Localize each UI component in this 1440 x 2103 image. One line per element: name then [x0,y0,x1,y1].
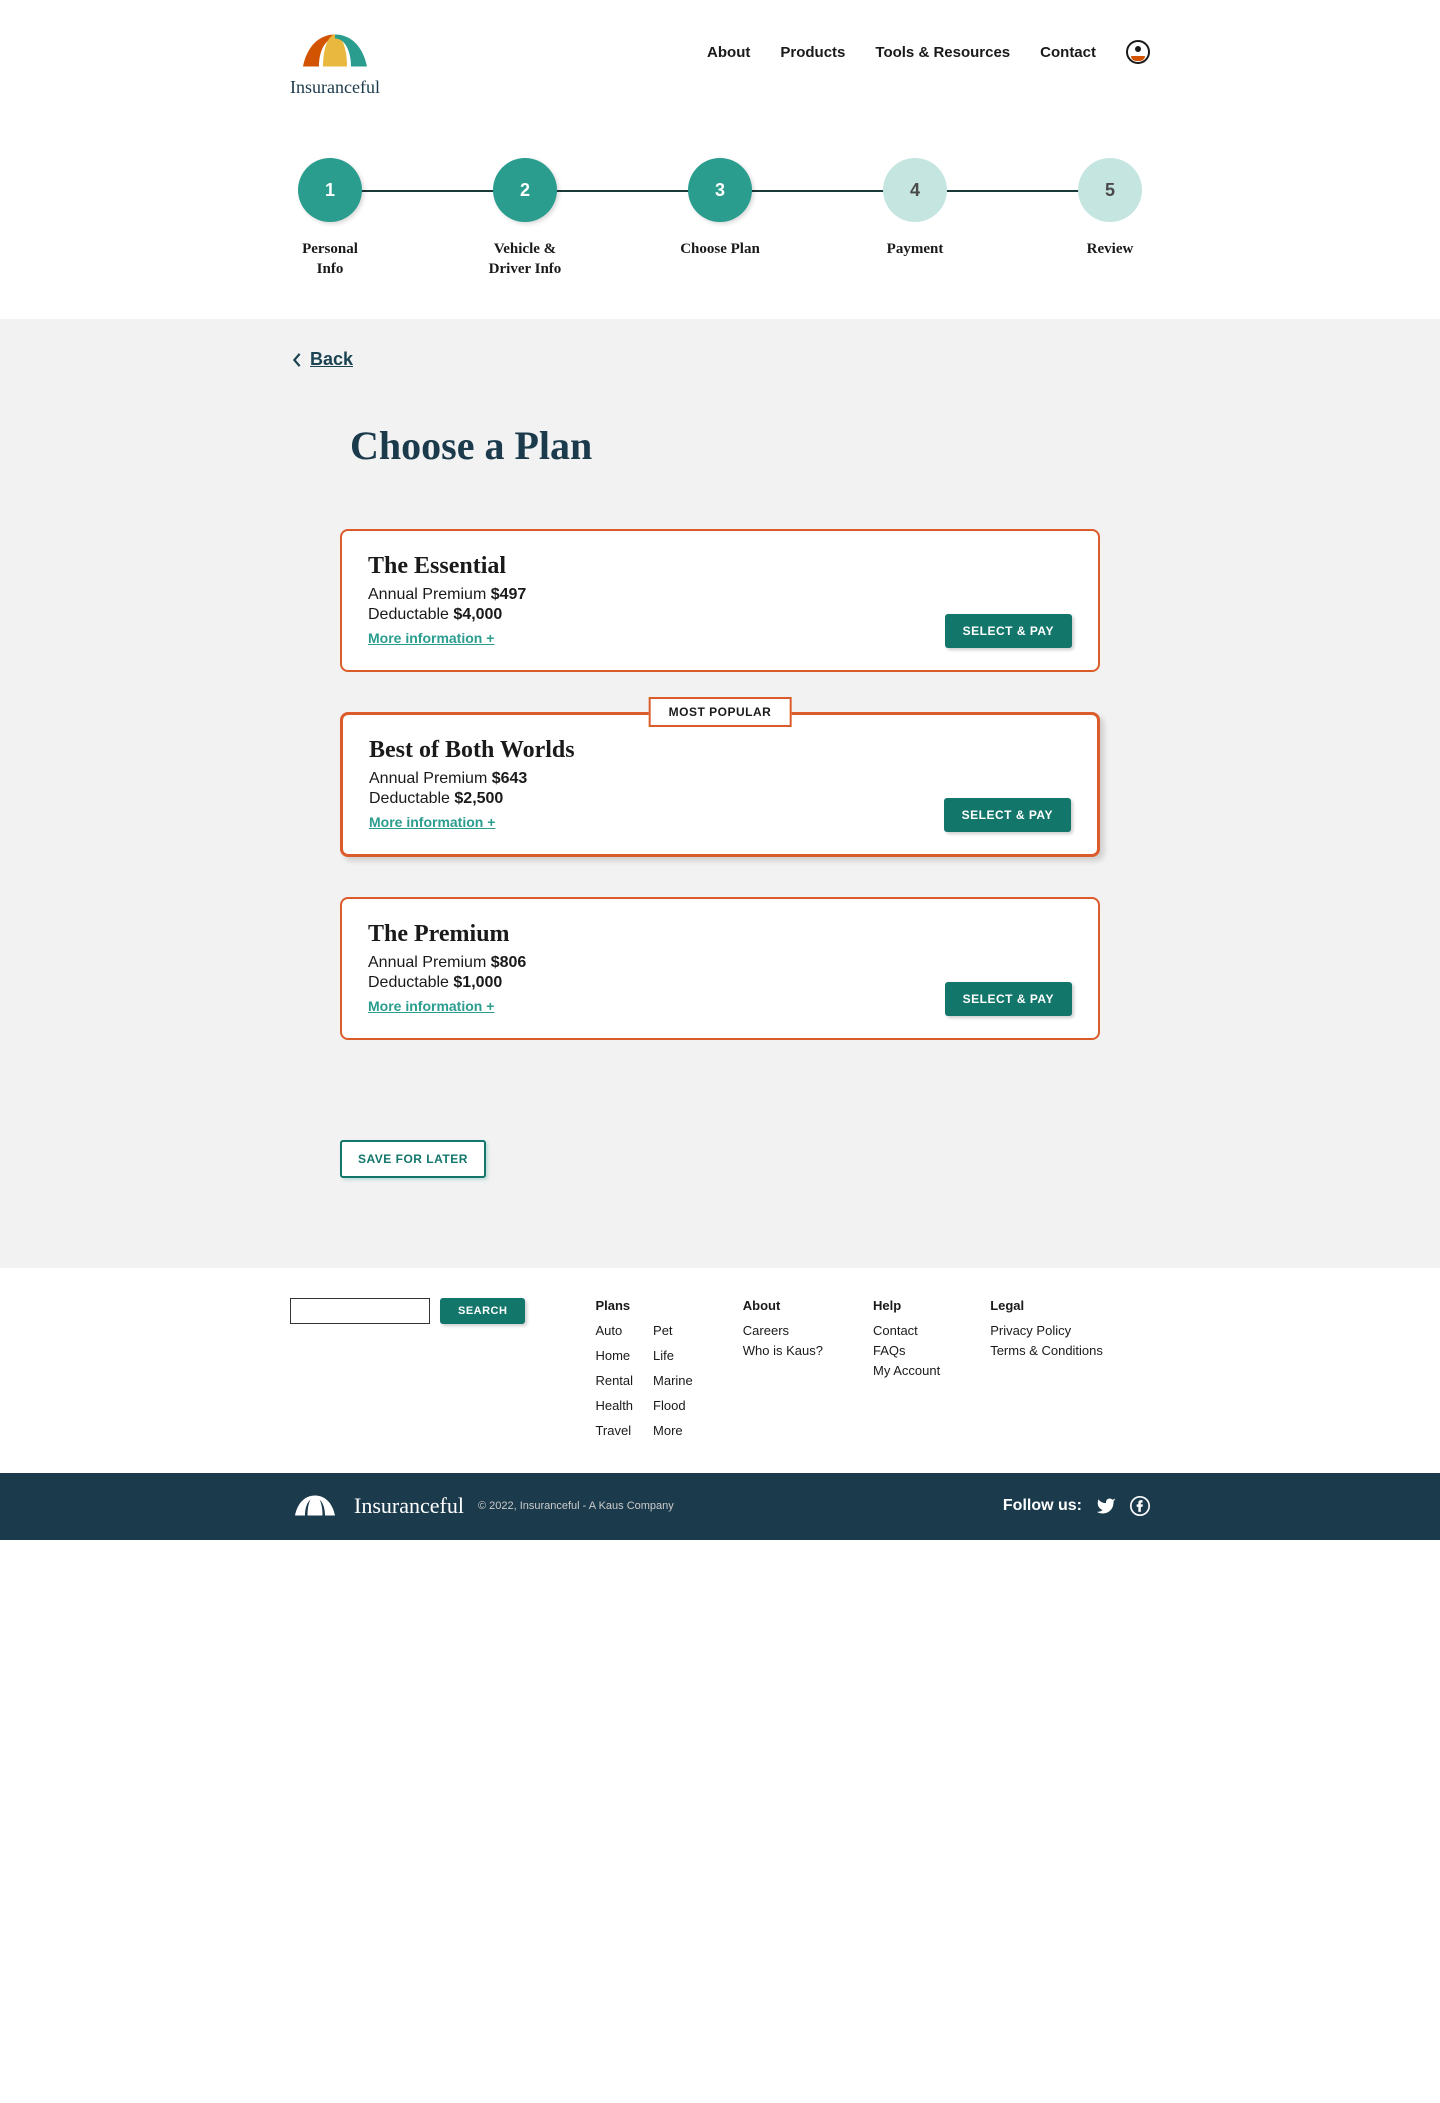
step-1-circle: 1 [298,158,362,222]
footer-search-button[interactable]: SEARCH [440,1298,525,1324]
footer-umbrella-icon [290,1493,340,1521]
footer-link[interactable]: Privacy Policy [990,1323,1071,1338]
select-pay-button[interactable]: SELECT & PAY [945,982,1072,1016]
footer-link[interactable]: My Account [873,1363,940,1378]
progress-stepper: 1 Personal Info 2 Vehicle & Driver Info 3 C… [290,158,1150,279]
step-3-label: Choose Plan [680,240,760,260]
nav-products[interactable]: Products [780,44,845,61]
more-info-link[interactable]: More information + [368,630,494,646]
logo[interactable]: Insuranceful [290,30,380,98]
footer-link[interactable]: FAQs [873,1343,906,1358]
more-info-link[interactable]: More information + [368,998,494,1014]
select-pay-button[interactable]: SELECT & PAY [945,614,1072,648]
footer-plans-heading: Plans [595,1298,692,1313]
popular-badge: MOST POPULAR [649,697,792,727]
plan-deductible: Deductable $1,000 [368,974,526,992]
footer-link[interactable]: Rental [595,1373,633,1388]
logo-text: Insuranceful [290,77,380,98]
page-title: Choose a Plan [350,422,1150,469]
umbrella-icon [295,30,375,75]
footer-link[interactable]: Flood [653,1398,686,1413]
footer-link[interactable]: Life [653,1348,674,1363]
plan-title: Best of Both Worlds [369,737,575,764]
back-link[interactable]: Back [290,349,353,370]
footer-search-input[interactable] [290,1298,430,1324]
step-4-label: Payment [887,240,944,260]
twitter-icon[interactable] [1096,1496,1116,1516]
footer-link[interactable]: Auto [595,1323,622,1338]
plan-deductible: Deductable $4,000 [368,606,526,624]
nav-contact[interactable]: Contact [1040,44,1096,61]
step-2-label: Vehicle & Driver Info [485,240,565,279]
step-3-circle: 3 [688,158,752,222]
plan-title: The Premium [368,921,526,948]
step-5-label: Review [1087,240,1134,260]
save-for-later-button[interactable]: SAVE FOR LATER [340,1140,486,1178]
footer-legal-heading: Legal [990,1298,1103,1313]
nav-about[interactable]: About [707,44,750,61]
footer-link[interactable]: Pet [653,1323,673,1338]
footer-help-heading: Help [873,1298,940,1313]
plan-card-1: MOST POPULAR Best of Both Worlds Annual … [340,712,1100,857]
footer-logo-text: Insuranceful [354,1493,464,1519]
plan-deductible: Deductable $2,500 [369,790,575,808]
footer-link[interactable]: Health [595,1398,633,1413]
footer-link[interactable]: Travel [595,1423,631,1438]
footer-link[interactable]: More [653,1423,683,1438]
plan-premium: Annual Premium $806 [368,954,526,972]
follow-us-label: Follow us: [1003,1497,1082,1515]
footer-link[interactable]: Marine [653,1373,693,1388]
footer-link[interactable]: Who is Kaus? [743,1343,823,1358]
more-info-link[interactable]: More information + [369,814,495,830]
chevron-left-icon [290,353,304,367]
primary-nav: About Products Tools & Resources Contact [707,40,1150,64]
step-5-circle: 5 [1078,158,1142,222]
select-pay-button[interactable]: SELECT & PAY [944,798,1071,832]
step-1-label: Personal Info [290,240,370,279]
footer-link[interactable]: Contact [873,1323,918,1338]
facebook-icon[interactable] [1130,1496,1150,1516]
step-2-circle: 2 [493,158,557,222]
footer-about-heading: About [743,1298,823,1313]
footer-copyright: © 2022, Insuranceful - A Kaus Company [478,1500,674,1512]
footer-link[interactable]: Terms & Conditions [990,1343,1103,1358]
footer-link[interactable]: Careers [743,1323,789,1338]
plan-premium: Annual Premium $643 [369,770,575,788]
footer-link[interactable]: Home [595,1348,630,1363]
plan-card-0: The Essential Annual Premium $497 Deduct… [340,529,1100,672]
plan-title: The Essential [368,553,526,580]
plan-premium: Annual Premium $497 [368,586,526,604]
nav-tools[interactable]: Tools & Resources [875,44,1010,61]
plan-card-2: The Premium Annual Premium $806 Deductab… [340,897,1100,1040]
profile-icon[interactable] [1126,40,1150,64]
step-4-circle: 4 [883,158,947,222]
